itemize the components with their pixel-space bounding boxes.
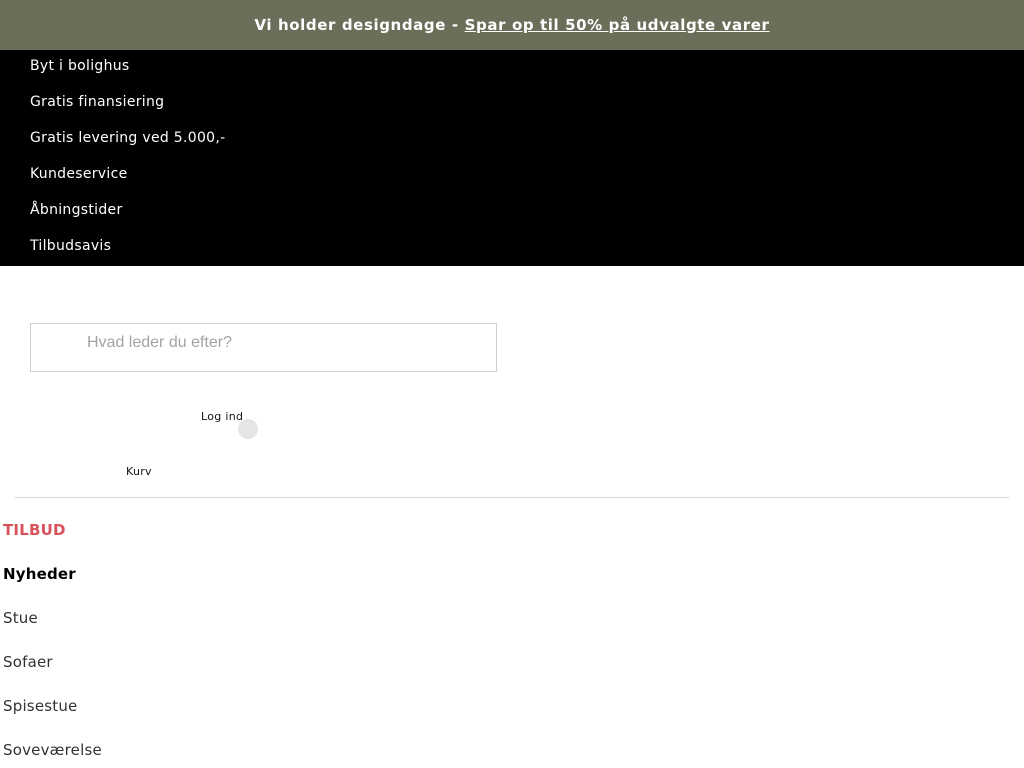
- promo-link[interactable]: Spar op til 50% på udvalgte varer: [465, 16, 770, 34]
- nav-item-sofaer[interactable]: Sofaer: [3, 651, 53, 673]
- search-input[interactable]: [87, 332, 477, 354]
- login-badge: [238, 419, 258, 439]
- cart-link[interactable]: Kurv: [126, 465, 152, 478]
- nav-item-tilbud[interactable]: TILBUD: [3, 519, 66, 541]
- promo-banner: Vi holder designdage - Spar op til 50% p…: [0, 0, 1024, 50]
- search-box: [30, 323, 497, 372]
- top-links-bar: Byt i bolighus Gratis finansiering Grati…: [0, 50, 1024, 266]
- nav-item-stue[interactable]: Stue: [3, 607, 38, 629]
- nav-item-spisestue[interactable]: Spisestue: [3, 695, 78, 717]
- top-link-kundeservice[interactable]: Kundeservice: [30, 164, 127, 184]
- promo-text: Vi holder designdage -: [254, 16, 459, 34]
- top-link-gratis-levering[interactable]: Gratis levering ved 5.000,-: [30, 128, 225, 148]
- top-link-abningstider[interactable]: Åbningstider: [30, 200, 123, 220]
- top-link-gratis-finansiering[interactable]: Gratis finansiering: [30, 92, 164, 112]
- nav-item-sovevaerelse[interactable]: Soveværelse: [3, 739, 102, 761]
- top-link-byt-i-bolighus[interactable]: Byt i bolighus: [30, 56, 130, 76]
- login-link[interactable]: Log ind: [201, 410, 243, 423]
- top-link-tilbudsavis[interactable]: Tilbudsavis: [30, 236, 111, 256]
- header-divider: [15, 497, 1009, 498]
- nav-item-nyheder[interactable]: Nyheder: [3, 563, 76, 585]
